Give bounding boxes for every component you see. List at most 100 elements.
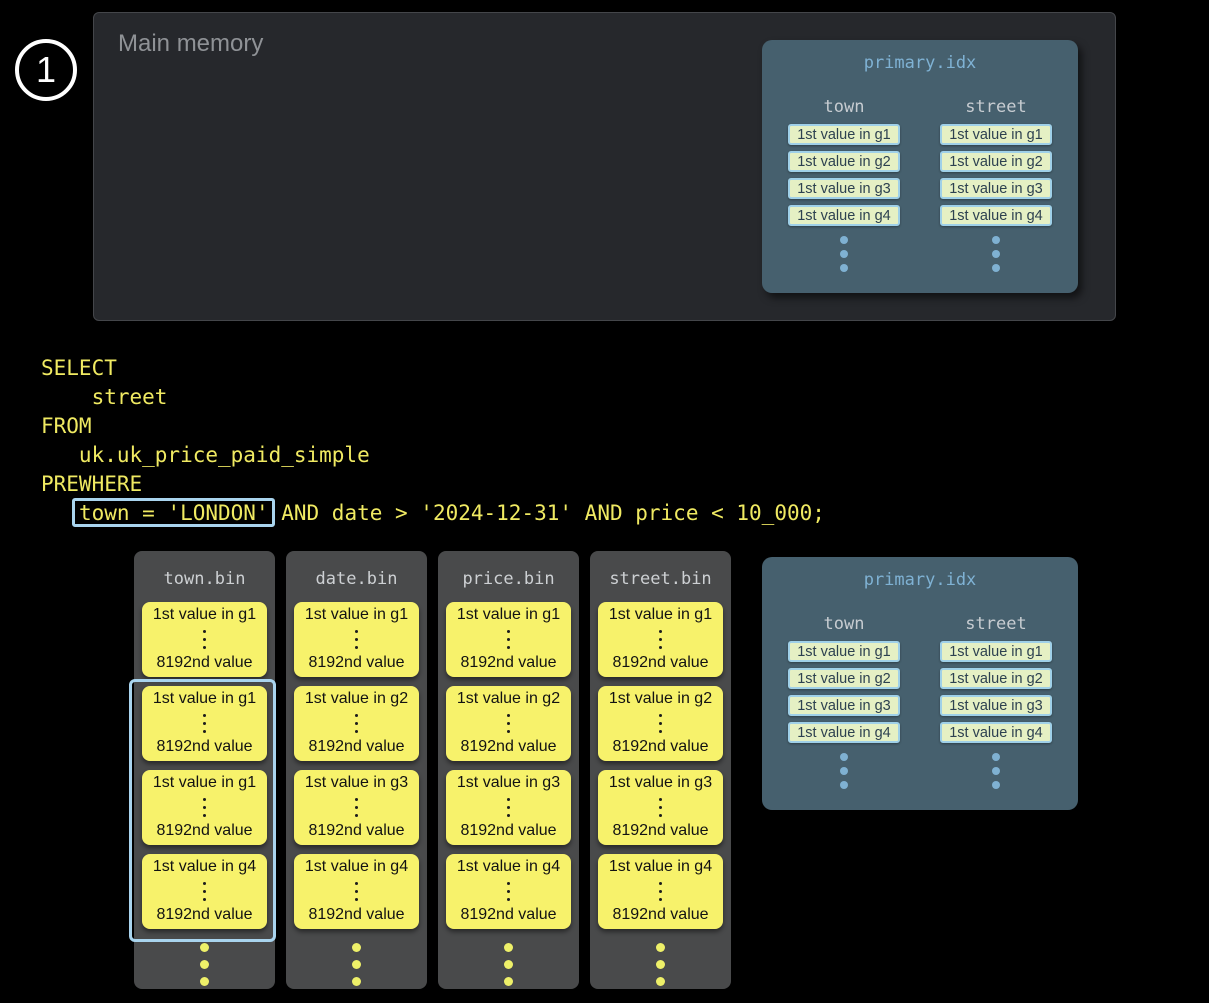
sql-line: street <box>41 383 825 412</box>
granule-first-value: 1st value in g1 <box>457 606 560 624</box>
more-entries <box>940 232 1052 276</box>
vertical-ellipsis-icon <box>355 638 358 641</box>
primary-idx-title: primary.idx <box>762 557 1078 591</box>
idx-entry: 1st value in g2 <box>788 668 900 689</box>
primary-idx-card-top: primary.idx town 1st value in g1 1st val… <box>762 40 1078 293</box>
sql-rest-of-predicate: AND date > '2024-12-31' AND price < 10_0… <box>269 501 825 525</box>
granule-list: 1st value in g1 8192nd value 1st value i… <box>590 602 731 929</box>
granule-first-value: 1st value in g3 <box>305 774 408 792</box>
granule-first-value: 1st value in g3 <box>609 774 712 792</box>
sql-line: PREWHERE <box>41 470 825 499</box>
bin-card-street: street.bin 1st value in g1 8192nd value … <box>590 551 731 989</box>
idx-entry: 1st value in g3 <box>940 178 1052 199</box>
vertical-ellipsis-icon <box>659 806 662 809</box>
granule-cell: 1st value in g3 8192nd value <box>446 770 571 845</box>
granule-first-value: 1st value in g1 <box>609 606 712 624</box>
sql-line: SELECT <box>41 354 825 383</box>
granule-cell: 1st value in g2 8192nd value <box>598 686 723 761</box>
vertical-ellipsis-icon <box>507 722 510 725</box>
granule-cell: 1st value in g1 8192nd value <box>446 602 571 677</box>
granule-cell: 1st value in g4 8192nd value <box>598 854 723 929</box>
sql-line: FROM <box>41 412 825 441</box>
granule-cell: 1st value in g2 8192nd value <box>446 686 571 761</box>
idx-entry: 1st value in g3 <box>940 695 1052 716</box>
vertical-ellipsis-icon <box>352 960 361 969</box>
step-1-badge: 1 <box>15 39 77 101</box>
granule-first-value: 1st value in g4 <box>153 858 256 876</box>
granule-last-value: 8192nd value <box>156 906 252 924</box>
bin-card-title: date.bin <box>286 551 427 591</box>
vertical-ellipsis-icon <box>656 960 665 969</box>
granule-last-value: 8192nd value <box>460 906 556 924</box>
granule-last-value: 8192nd value <box>460 738 556 756</box>
main-memory-label: Main memory <box>118 30 263 58</box>
granule-first-value: 1st value in g1 <box>153 774 256 792</box>
granule-cell: 1st value in g1 8192nd value <box>294 602 419 677</box>
idx-column-street: street 1st value in g1 1st value in g2 1… <box>940 613 1052 793</box>
idx-entry: 1st value in g4 <box>788 205 900 226</box>
granule-last-value: 8192nd value <box>612 822 708 840</box>
bin-card-title: town.bin <box>134 551 275 591</box>
vertical-ellipsis-icon <box>992 767 1000 775</box>
sql-line: uk.uk_price_paid_simple <box>41 441 825 470</box>
bin-card-title: street.bin <box>590 551 731 591</box>
vertical-ellipsis-icon <box>507 890 510 893</box>
granule-first-value: 1st value in g4 <box>305 858 408 876</box>
granule-last-value: 8192nd value <box>156 654 252 672</box>
primary-idx-columns: town 1st value in g1 1st value in g2 1st… <box>762 613 1078 793</box>
granule-cell: 1st value in g3 8192nd value <box>294 770 419 845</box>
vertical-ellipsis-icon <box>355 806 358 809</box>
more-entries <box>788 232 900 276</box>
granule-last-value: 8192nd value <box>612 906 708 924</box>
vertical-ellipsis-icon <box>840 767 848 775</box>
vertical-ellipsis-icon <box>659 722 662 725</box>
idx-entry: 1st value in g2 <box>788 151 900 172</box>
bin-card-town: town.bin 1st value in g1 8192nd value 1s… <box>134 551 275 989</box>
vertical-ellipsis-icon <box>203 890 206 893</box>
granule-first-value: 1st value in g4 <box>457 858 560 876</box>
bin-card-title: price.bin <box>438 551 579 591</box>
granule-first-value: 1st value in g2 <box>457 690 560 708</box>
granule-cell: 1st value in g4 8192nd value <box>142 854 267 929</box>
idx-entry: 1st value in g1 <box>788 124 900 145</box>
granule-cell: 1st value in g1 8192nd value <box>598 602 723 677</box>
idx-entry: 1st value in g2 <box>940 668 1052 689</box>
granule-last-value: 8192nd value <box>308 738 404 756</box>
idx-entry: 1st value in g3 <box>788 695 900 716</box>
granule-first-value: 1st value in g3 <box>457 774 560 792</box>
bin-card-date: date.bin 1st value in g1 8192nd value 1s… <box>286 551 427 989</box>
granule-last-value: 8192nd value <box>308 654 404 672</box>
idx-entry: 1st value in g2 <box>940 151 1052 172</box>
granule-first-value: 1st value in g2 <box>305 690 408 708</box>
granule-last-value: 8192nd value <box>156 738 252 756</box>
vertical-ellipsis-icon <box>992 250 1000 258</box>
vertical-ellipsis-icon <box>355 890 358 893</box>
granule-cell: 1st value in g3 8192nd value <box>598 770 723 845</box>
granule-last-value: 8192nd value <box>460 822 556 840</box>
idx-column-street: street 1st value in g1 1st value in g2 1… <box>940 96 1052 276</box>
idx-column-town: town 1st value in g1 1st value in g2 1st… <box>788 96 900 276</box>
primary-idx-columns: town 1st value in g1 1st value in g2 1st… <box>762 96 1078 276</box>
granule-last-value: 8192nd value <box>156 822 252 840</box>
granule-cell: 1st value in g4 8192nd value <box>294 854 419 929</box>
granule-list: 1st value in g1 8192nd value 1st value i… <box>438 602 579 929</box>
granule-cell: 1st value in g1 8192nd value <box>142 770 267 845</box>
vertical-ellipsis-icon <box>840 250 848 258</box>
sql-line-prewhere-condition: town = 'LONDON' AND date > '2024-12-31' … <box>41 499 825 528</box>
vertical-ellipsis-icon <box>659 638 662 641</box>
vertical-ellipsis-icon <box>507 638 510 641</box>
granule-cell: 1st value in g2 8192nd value <box>294 686 419 761</box>
idx-column-header-town: town <box>788 96 900 118</box>
granule-first-value: 1st value in g4 <box>609 858 712 876</box>
idx-entry: 1st value in g1 <box>788 641 900 662</box>
vertical-ellipsis-icon <box>504 960 513 969</box>
idx-column-header-street: street <box>940 613 1052 635</box>
idx-entry: 1st value in g4 <box>940 722 1052 743</box>
more-entries <box>788 749 900 793</box>
granule-list: 1st value in g1 8192nd value 1st value i… <box>286 602 427 929</box>
granule-list: 1st value in g1 8192nd value 1st value i… <box>134 602 275 929</box>
step-1-label: 1 <box>36 49 56 91</box>
idx-column-header-town: town <box>788 613 900 635</box>
granule-first-value: 1st value in g1 <box>305 606 408 624</box>
granule-first-value: 1st value in g2 <box>609 690 712 708</box>
